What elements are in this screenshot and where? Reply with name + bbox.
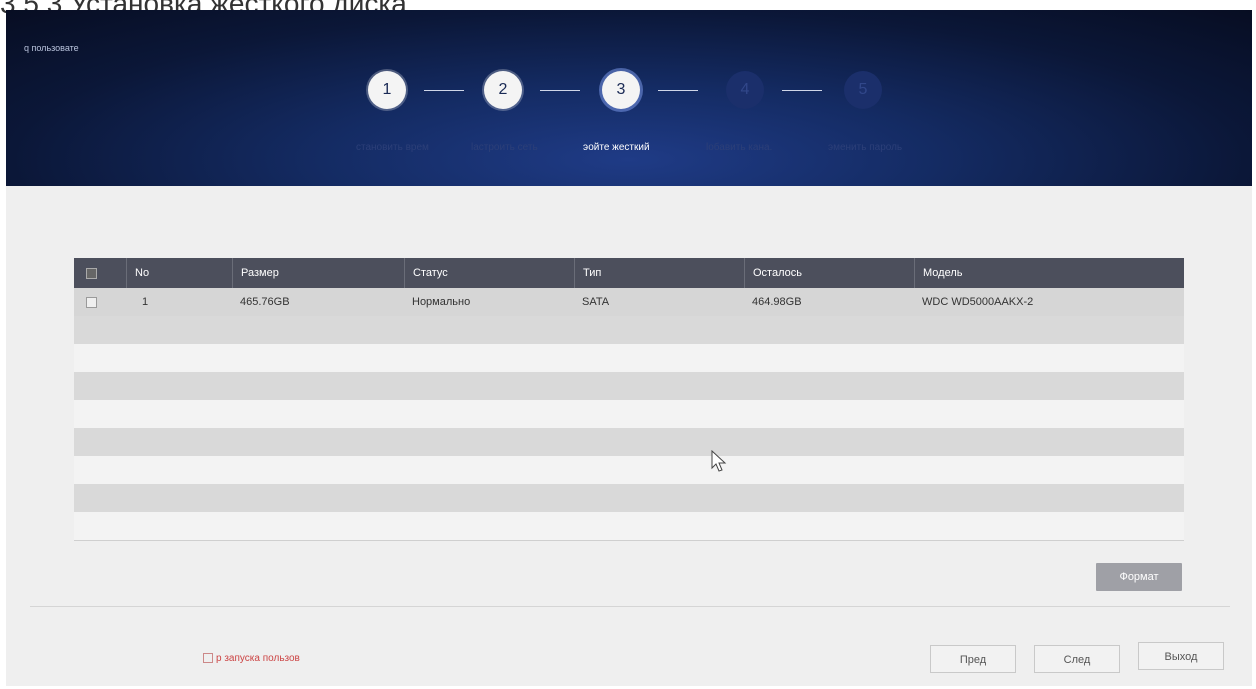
row-checkbox-cell xyxy=(74,288,126,316)
prev-button[interactable]: Пред xyxy=(930,645,1016,673)
step-connector xyxy=(540,90,580,91)
empty-row xyxy=(74,400,1184,428)
col-no[interactable]: No xyxy=(126,258,232,288)
table-row[interactable]: 1 465.76GB Нормально SATA 464.98GB WDC W… xyxy=(74,288,1184,316)
step-connector xyxy=(658,90,698,91)
wizard-step-labels: становить врем lастроить сеть эойте жест… xyxy=(346,142,946,156)
step-2-label: lастроить сеть xyxy=(471,142,538,153)
cell-remaining: 464.98GB xyxy=(752,296,802,308)
exit-button[interactable]: Выход xyxy=(1138,642,1224,670)
startup-option[interactable]: р запуска пользов xyxy=(203,653,300,664)
wizard-steps: 1 2 3 4 5 xyxy=(368,71,908,113)
col-type[interactable]: Тип xyxy=(574,258,744,288)
user-label: q пользовате xyxy=(24,43,79,53)
step-4-label: lобавить кана. xyxy=(706,142,773,153)
step-3-circle[interactable]: 3 xyxy=(602,71,640,109)
step-4-circle: 4 xyxy=(726,71,764,109)
empty-row xyxy=(74,372,1184,400)
select-all-checkbox[interactable] xyxy=(86,267,97,279)
step-1-label: становить врем xyxy=(356,142,429,153)
empty-row xyxy=(74,344,1184,372)
startup-label: р запуска пользов xyxy=(216,653,300,664)
format-button[interactable]: Формат xyxy=(1096,563,1182,591)
col-remaining[interactable]: Осталось xyxy=(744,258,914,288)
step-2-circle[interactable]: 2 xyxy=(484,71,522,109)
select-all-cell xyxy=(74,258,126,288)
empty-row xyxy=(74,428,1184,456)
empty-row xyxy=(74,316,1184,344)
empty-row xyxy=(74,456,1184,484)
cell-no: 1 xyxy=(142,296,149,308)
col-status[interactable]: Статус xyxy=(404,258,574,288)
step-1-circle[interactable]: 1 xyxy=(368,71,406,109)
cell-type: SATA xyxy=(582,296,610,308)
mouse-cursor-icon xyxy=(711,450,727,472)
step-connector xyxy=(424,90,464,91)
table-bottom-border xyxy=(74,540,1184,541)
cell-size: 465.76GB xyxy=(240,296,290,308)
hdd-table: No Размер Статус Тип Осталось Модель 1 4… xyxy=(74,258,1184,540)
table-header: No Размер Статус Тип Осталось Модель xyxy=(74,258,1184,288)
startup-checkbox[interactable] xyxy=(203,653,213,664)
wizard-header: q пользовате 1 2 3 4 5 становить врем lа… xyxy=(6,10,1252,186)
step-connector xyxy=(782,90,822,91)
next-button[interactable]: След xyxy=(1034,645,1120,673)
empty-row xyxy=(74,512,1184,540)
row-checkbox[interactable] xyxy=(86,296,97,308)
footer-divider xyxy=(30,606,1230,607)
col-model[interactable]: Модель xyxy=(914,258,1184,288)
step-3-label: эойте жесткий xyxy=(583,142,650,153)
cell-model: WDC WD5000AAKX-2 xyxy=(922,296,1034,308)
dvr-setup-screen: q пользовате 1 2 3 4 5 становить врем lа… xyxy=(6,10,1252,686)
col-size[interactable]: Размер xyxy=(232,258,404,288)
cell-status: Нормально xyxy=(412,296,471,308)
empty-row xyxy=(74,484,1184,512)
step-5-label: эменить пароль xyxy=(828,142,903,153)
step-5-circle: 5 xyxy=(844,71,882,109)
